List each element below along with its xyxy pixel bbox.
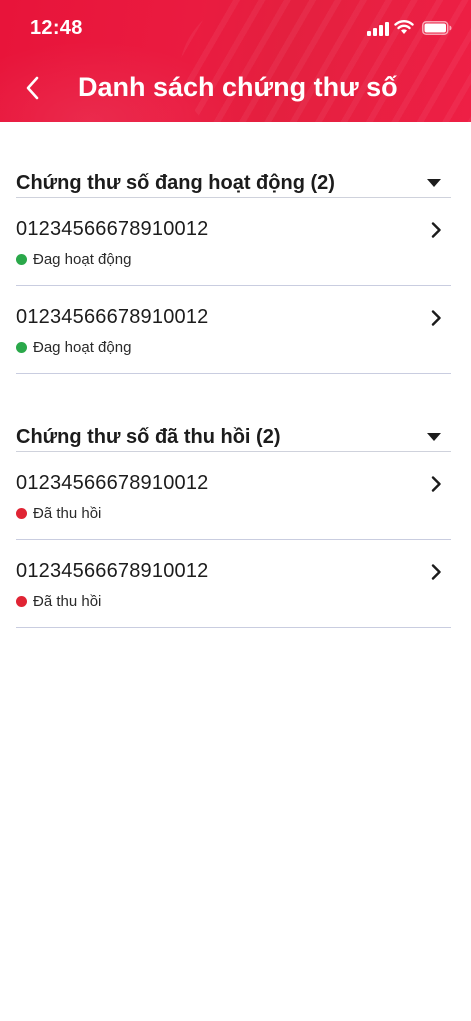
status-dot-revoked bbox=[16, 596, 27, 607]
section-title: Chứng thư số đã thu hồi (2) bbox=[16, 426, 281, 448]
status-row: Đã thu hồi bbox=[16, 593, 101, 610]
chevron-right-icon bbox=[431, 310, 441, 326]
status-row: Đã thu hồi bbox=[16, 505, 101, 522]
status-dot-active bbox=[16, 342, 27, 353]
back-chevron-icon bbox=[26, 76, 39, 100]
certificate-item[interactable]: 01234566678910012 Đag hoạt động bbox=[16, 198, 451, 286]
app-header: 12:48 Danh sách chứng thư số bbox=[0, 0, 471, 122]
section-revoked-certificates: Chứng thư số đã thu hồi (2) 012345666789… bbox=[16, 414, 451, 628]
status-row: Đag hoạt động bbox=[16, 339, 131, 356]
caret-down-icon bbox=[427, 179, 441, 187]
section-header-revoked[interactable]: Chứng thư số đã thu hồi (2) bbox=[16, 414, 451, 452]
cellular-signal-icon bbox=[367, 22, 389, 36]
section-title: Chứng thư số đang hoạt động (2) bbox=[16, 172, 335, 194]
certificate-item[interactable]: 01234566678910012 Đã thu hồi bbox=[16, 540, 451, 628]
chevron-right-icon bbox=[431, 222, 441, 238]
chevron-right-icon bbox=[431, 564, 441, 580]
navigation-bar: Danh sách chứng thư số bbox=[0, 56, 471, 122]
certificate-item[interactable]: 01234566678910012 Đag hoạt động bbox=[16, 286, 451, 374]
status-text: Đag hoạt động bbox=[33, 339, 132, 356]
status-bar: 12:48 bbox=[0, 0, 471, 56]
section-active-certificates: Chứng thư số đang hoạt động (2) 01234566… bbox=[16, 160, 451, 374]
certificate-number: 01234566678910012 bbox=[16, 306, 209, 328]
status-text: Đag hoạt động bbox=[33, 251, 132, 268]
back-button[interactable] bbox=[14, 70, 50, 106]
battery-icon bbox=[422, 21, 452, 35]
status-time: 12:48 bbox=[30, 17, 83, 39]
status-row: Đag hoạt động bbox=[16, 251, 131, 268]
certificate-number: 01234566678910012 bbox=[16, 218, 209, 240]
wifi-icon bbox=[394, 20, 414, 34]
caret-down-icon bbox=[427, 433, 441, 441]
chevron-right-icon bbox=[431, 476, 441, 492]
status-dot-revoked bbox=[16, 508, 27, 519]
section-header-active[interactable]: Chứng thư số đang hoạt động (2) bbox=[16, 160, 451, 198]
status-dot-active bbox=[16, 254, 27, 265]
status-text: Đã thu hồi bbox=[33, 505, 102, 522]
certificate-item[interactable]: 01234566678910012 Đã thu hồi bbox=[16, 452, 451, 540]
status-text: Đã thu hồi bbox=[33, 593, 102, 610]
page-title: Danh sách chứng thư số bbox=[78, 72, 398, 102]
certificate-number: 01234566678910012 bbox=[16, 560, 209, 582]
certificate-number: 01234566678910012 bbox=[16, 472, 209, 494]
certificate-list: Chứng thư số đang hoạt động (2) 01234566… bbox=[16, 160, 451, 668]
